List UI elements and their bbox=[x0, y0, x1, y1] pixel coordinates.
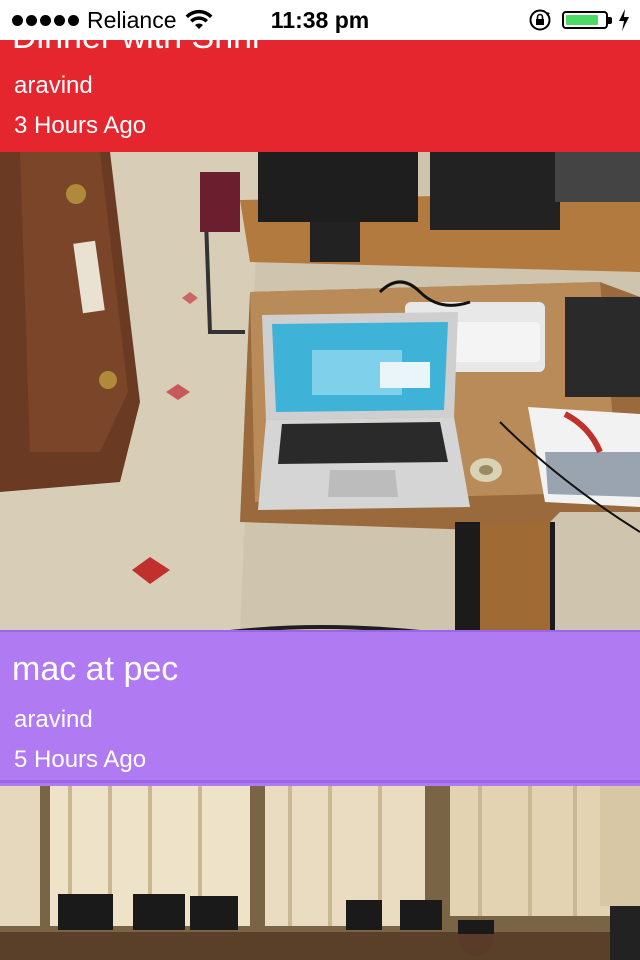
carrier-name: Reliance bbox=[87, 6, 177, 33]
battery-icon bbox=[562, 11, 612, 29]
signal-strength-icon bbox=[12, 14, 79, 26]
status-left: Reliance bbox=[12, 0, 213, 40]
post-photo[interactable] bbox=[0, 152, 640, 632]
divider bbox=[0, 780, 640, 783]
post-time: 3 Hours Ago bbox=[14, 112, 147, 139]
wifi-icon bbox=[185, 9, 212, 29]
post-title: mac at pec bbox=[12, 650, 179, 688]
post-photo[interactable] bbox=[0, 786, 640, 960]
post-author: aravind bbox=[14, 72, 93, 99]
battery-level bbox=[566, 15, 599, 25]
post-time: 5 Hours Ago bbox=[14, 746, 147, 773]
status-bar: Reliance 11:38 pm bbox=[0, 0, 640, 40]
charging-bolt-icon bbox=[619, 9, 629, 31]
post-card-2-header[interactable]: mac at pec aravind 5 Hours Ago bbox=[0, 632, 640, 786]
status-right bbox=[528, 0, 630, 40]
post-author: aravind bbox=[14, 706, 93, 733]
rotation-lock-icon bbox=[529, 9, 551, 31]
